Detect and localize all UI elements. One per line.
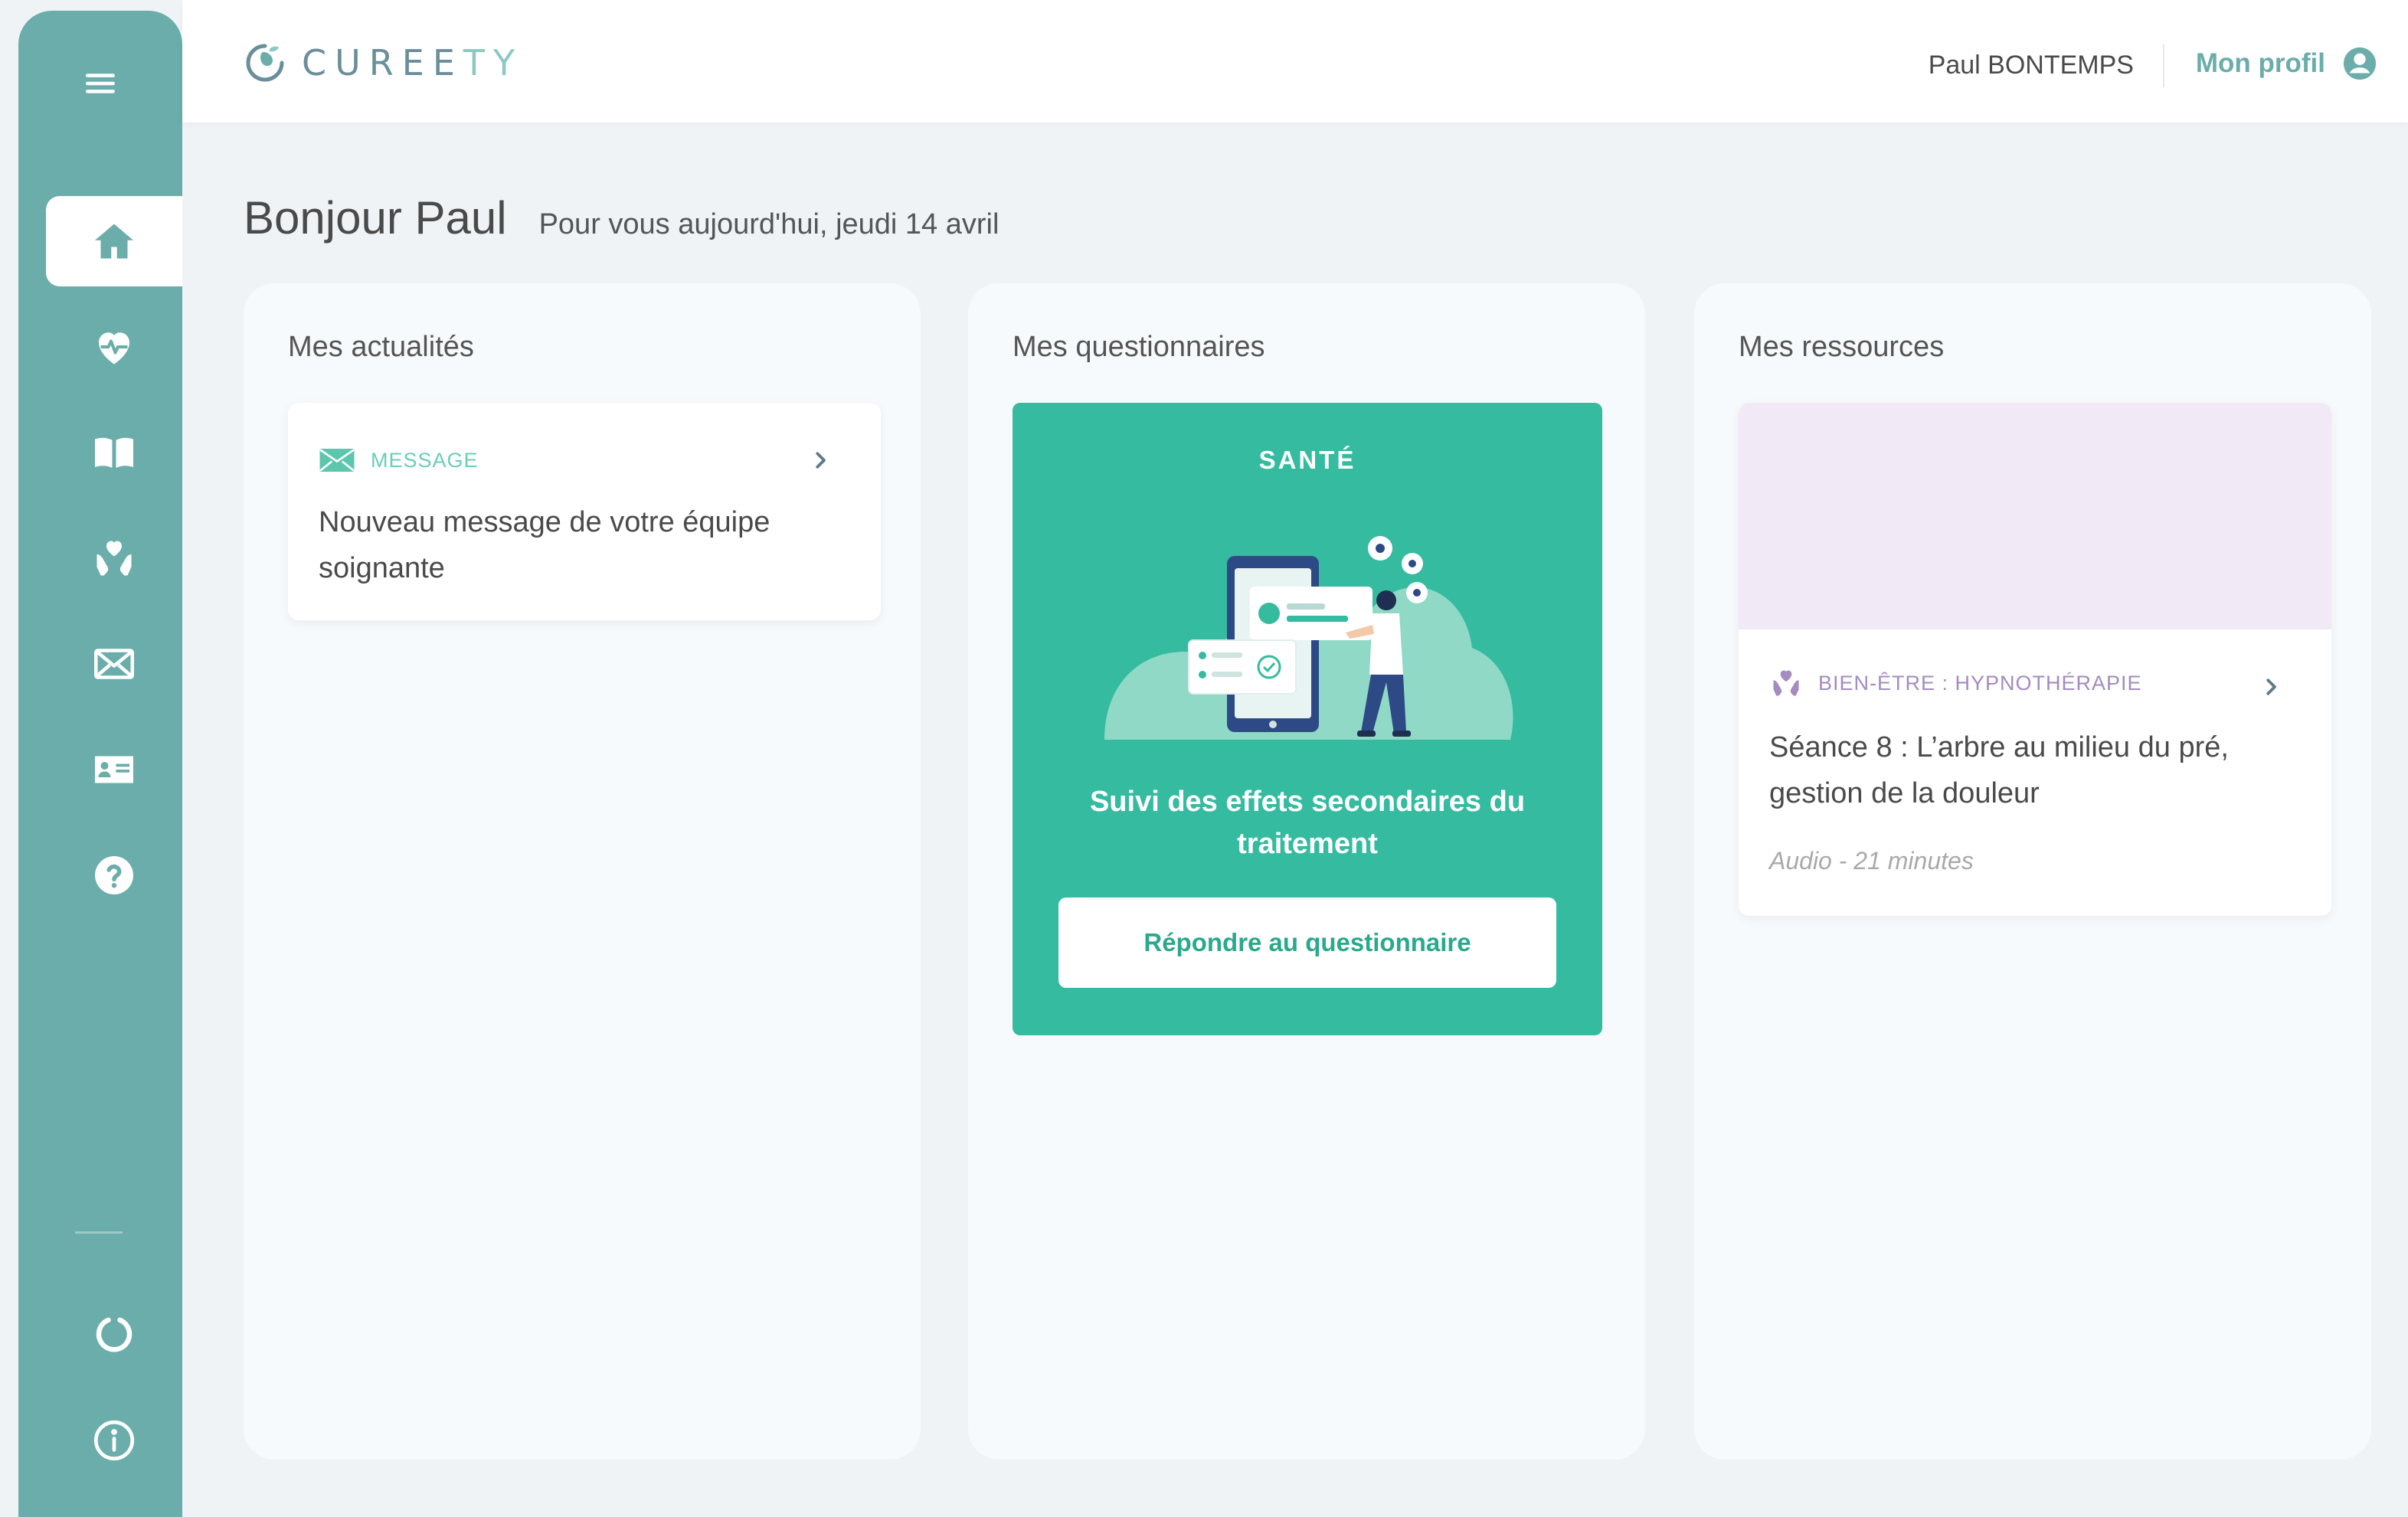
id-card-icon [95, 756, 133, 783]
help-icon [95, 856, 133, 894]
resource-tag: BIEN-ÊTRE : HYPNOTHÉRAPIE [1769, 666, 2142, 700]
sidebar [18, 11, 182, 1517]
user-name: Paul BONTEMPS [1928, 51, 2134, 80]
sidebar-item-refresh[interactable] [46, 1290, 182, 1380]
page-title: Bonjour Paul [244, 192, 507, 244]
header-divider [2163, 44, 2164, 87]
envelope-icon [319, 449, 355, 472]
questionnaires-column: Mes questionnaires SANTÉ Suivi des effet… [968, 283, 1645, 1460]
sidebar-item-library[interactable] [46, 407, 182, 498]
message-chevron[interactable] [809, 449, 832, 472]
resource-tag-label: BIEN-ÊTRE : HYPNOTHÉRAPIE [1818, 671, 2142, 695]
message-card[interactable]: MESSAGE Nouveau message de votre équipe … [288, 403, 881, 620]
questionnaire-illustration [1104, 536, 1513, 740]
message-tag-label: MESSAGE [371, 448, 479, 472]
user-circle-icon [2343, 47, 2377, 80]
message-tag: MESSAGE [319, 447, 479, 473]
resource-title: Séance 8 : L’arbre au milieu du pré, ges… [1769, 731, 2229, 809]
message-text: Nouveau message de votre équipe soignant… [319, 506, 770, 584]
hamburger-menu-icon [86, 74, 115, 93]
sidebar-item-wellbeing[interactable] [46, 513, 182, 603]
profile-link[interactable]: Mon profil [2196, 46, 2377, 81]
sidebar-item-home[interactable] [46, 196, 182, 286]
sidebar-item-help[interactable] [46, 830, 182, 920]
resource-card[interactable]: BIEN-ÊTRE : HYPNOTHÉRAPIE Séance 8 : L’a… [1739, 403, 2331, 916]
resources-column: Mes ressources BIEN-ÊTRE : HYPNOTHÉRAPIE… [1694, 283, 2371, 1460]
questionnaire-category: SANTÉ [1258, 446, 1356, 474]
cureety-logo-icon [246, 44, 284, 82]
page-subtitle: Pour vous aujourd'hui, jeudi 14 avril [538, 208, 1000, 240]
heart-hands-icon [97, 541, 132, 576]
info-icon [93, 1420, 135, 1461]
home-icon [95, 224, 133, 259]
heart-hands-icon [1773, 670, 1799, 696]
chevron-right-icon [816, 452, 826, 469]
mail-icon [94, 649, 134, 679]
answer-questionnaire-button[interactable]: Répondre au questionnaire [1058, 897, 1556, 988]
sidebar-item-health[interactable] [46, 302, 182, 392]
book-icon [95, 437, 133, 468]
questionnaire-title: Suivi des effets secondaires du traiteme… [1089, 786, 1526, 860]
resource-banner-image [1739, 403, 2331, 629]
sidebar-divider [75, 1231, 123, 1234]
sidebar-item-contacts[interactable] [46, 724, 182, 815]
top-header: CUREETY Paul BONTEMPS Mon profil [182, 0, 2408, 123]
refresh-icon [96, 1317, 133, 1352]
sidebar-item-messages[interactable] [46, 619, 182, 709]
news-column-title: Mes actualités [288, 331, 474, 363]
heart-pulse-icon [99, 332, 129, 365]
menu-button[interactable] [18, 41, 182, 126]
questionnaire-card: SANTÉ Suivi des effets secondaires du tr… [1013, 403, 1602, 1035]
profile-label: Mon profil [2195, 48, 2325, 78]
logo-wordmark: CUREETY [302, 42, 524, 83]
app-logo[interactable]: CUREETY [242, 40, 523, 86]
greeting: Bonjour Paul Pour vous aujourd'hui, jeud… [244, 191, 999, 244]
news-column: Mes actualités MESSAGE Nouveau message d… [244, 283, 921, 1460]
sidebar-item-info[interactable] [46, 1395, 182, 1486]
resource-meta: Audio - 21 minutes [1769, 847, 1974, 875]
questionnaires-column-title: Mes questionnaires [1013, 331, 1265, 363]
resource-chevron[interactable] [2259, 675, 2282, 698]
resources-column-title: Mes ressources [1739, 331, 1945, 363]
chevron-right-icon [2266, 678, 2276, 695]
